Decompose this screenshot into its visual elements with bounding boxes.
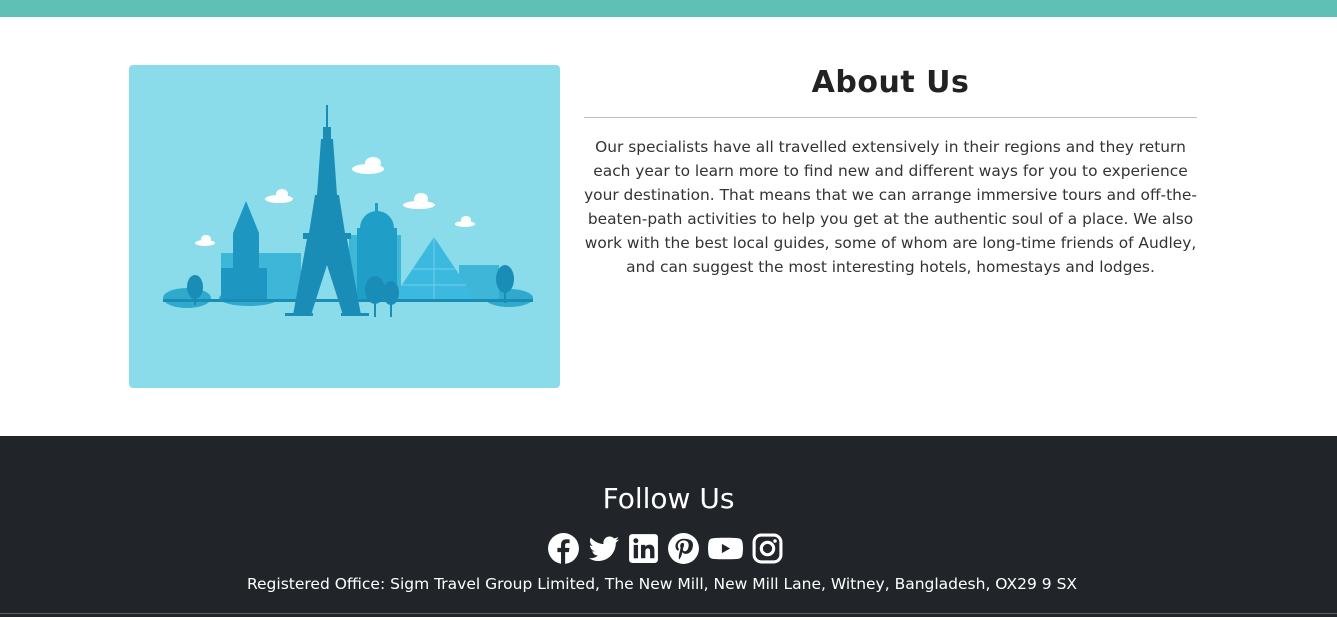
about-section: About Us Our specialists have all travel…	[0, 17, 1337, 436]
twitter-icon[interactable]	[587, 532, 620, 565]
about-content: About Us Our specialists have all travel…	[584, 65, 1197, 279]
pinterest-icon[interactable]	[667, 532, 700, 565]
top-bar	[0, 0, 1337, 17]
linkedin-icon[interactable]	[627, 532, 660, 565]
facebook-icon[interactable]	[547, 532, 580, 565]
social-links	[547, 531, 784, 565]
footer: Follow Us Registered Office: Sigm Travel…	[0, 436, 1337, 617]
youtube-icon[interactable]	[707, 532, 744, 565]
footer-address: Registered Office: Sigm Travel Group Lim…	[246, 575, 1078, 593]
footer-title: Follow Us	[602, 482, 735, 515]
about-title: About Us	[811, 65, 970, 100]
instagram-icon[interactable]	[751, 532, 784, 565]
footer-divider	[0, 613, 1337, 614]
about-divider	[584, 117, 1197, 118]
about-text: Our specialists have all travelled exten…	[584, 138, 1197, 276]
paris-skyline-illustration	[129, 65, 560, 388]
